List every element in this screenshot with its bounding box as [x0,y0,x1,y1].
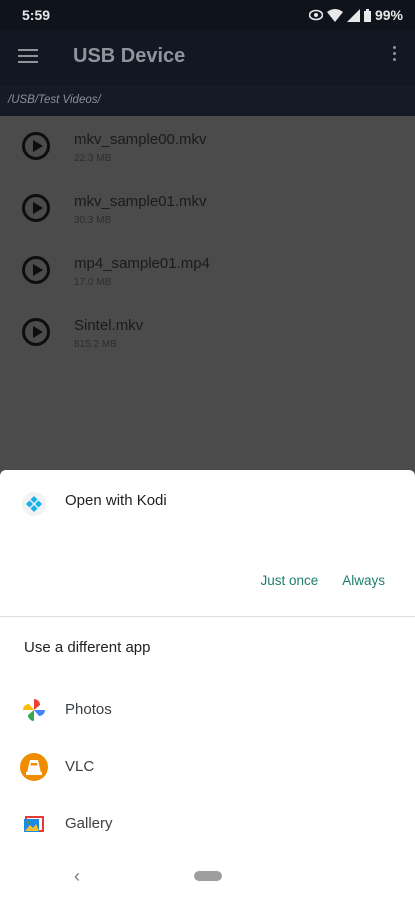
divider [0,616,415,617]
app-chooser-sheet: Open with Kodi Just once Always Use a di… [0,470,415,900]
battery-percent: 99% [374,7,403,23]
file-size: 815.2 MB [74,339,117,350]
file-size: 22.3 MB [74,153,112,164]
signal-icon [346,8,360,22]
battery-icon [363,8,371,22]
app-option-photos[interactable]: Photos [0,682,415,738]
file-name: mkv_sample00.mkv [74,131,207,148]
file-row[interactable]: mkv_sample01.mkv 30.3 MB [0,178,415,240]
different-app-heading: Use a different app [24,639,151,656]
sheet-actions: Just once Always [260,573,385,588]
play-icon [22,194,50,222]
wifi-icon [326,8,343,22]
status-icons: 99% [308,7,403,23]
app-option-label: VLC [65,758,95,775]
app-title: USB Device [73,45,186,67]
app-option-gallery[interactable]: Gallery [0,796,415,852]
app-option-label: Photos [65,701,112,718]
app-option-label: Gallery [65,815,113,832]
open-with-title: Open with Kodi [65,492,167,509]
always-button[interactable]: Always [342,573,385,588]
file-list: mkv_sample00.mkv 22.3 MB mkv_sample01.mk… [0,116,415,470]
more-options-icon[interactable] [393,46,397,64]
status-time: 5:59 [22,7,51,23]
breadcrumb: /USB/Test Videos/ [0,86,415,116]
back-icon[interactable]: ‹ [74,866,80,887]
file-row[interactable]: mkv_sample00.mkv 22.3 MB [0,116,415,178]
file-name: Sintel.mkv [74,317,144,334]
gallery-icon [24,816,44,832]
play-icon [22,318,50,346]
play-icon [22,132,50,160]
file-size: 30.3 MB [74,215,112,226]
status-bar: 5:59 99% [0,0,415,30]
file-row[interactable]: Sintel.mkv 815.2 MB [0,302,415,364]
file-name: mkv_sample01.mkv [74,193,207,210]
file-row[interactable]: mp4_sample01.mp4 17.0 MB [0,240,415,302]
photos-icon [23,699,45,721]
open-with-kodi-row: Open with Kodi [0,470,415,534]
app-option-vlc[interactable]: VLC [0,739,415,795]
eye-icon [308,9,323,21]
just-once-button[interactable]: Just once [260,573,318,588]
menu-icon[interactable] [18,46,38,68]
play-icon [22,256,50,284]
app-bar: USB Device [0,30,415,86]
path-text: /USB/Test Videos/ [8,94,101,106]
vlc-icon [20,753,48,781]
kodi-icon [22,492,46,516]
home-pill[interactable] [194,871,222,881]
file-size: 17.0 MB [74,277,112,288]
file-name: mp4_sample01.mp4 [74,255,210,272]
